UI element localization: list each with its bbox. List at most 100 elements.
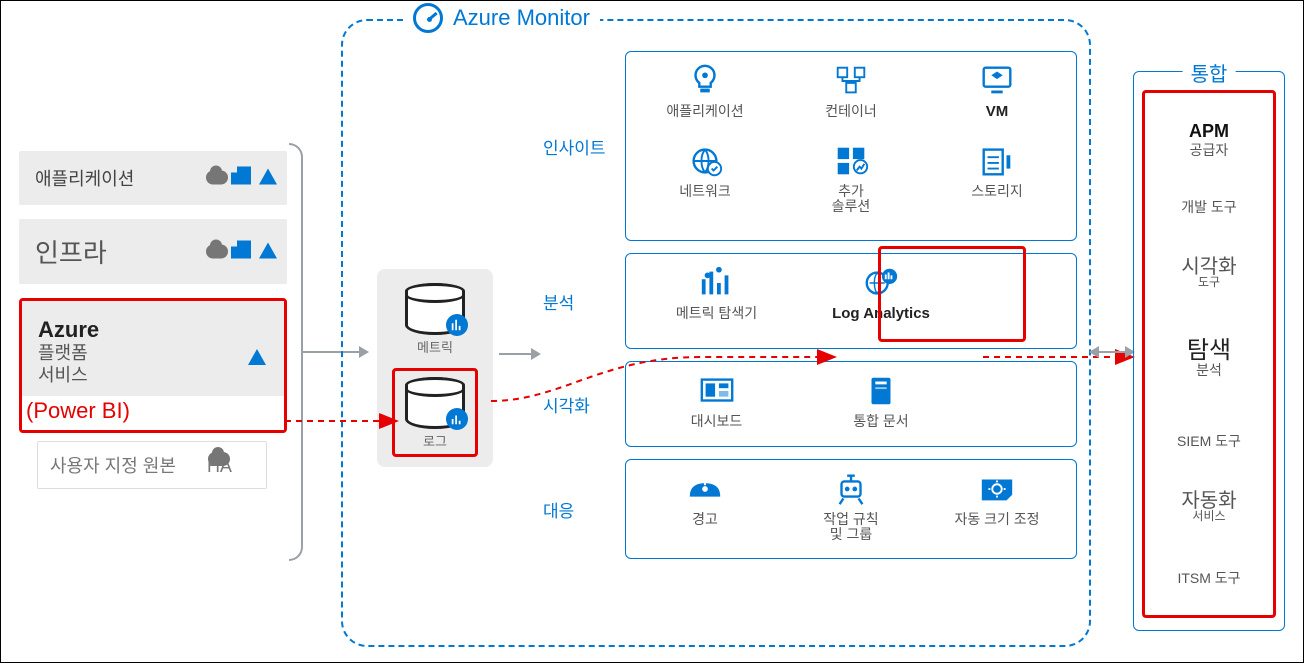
integ-dev: 개발 도구 (1181, 199, 1236, 215)
azure-sub1: 플랫폼 (38, 343, 268, 365)
squares-icon (831, 142, 871, 180)
metric-badge-icon (446, 314, 468, 336)
source-application: 애플리케이션 (19, 151, 287, 205)
source-infra-label: 인프라 (35, 238, 107, 268)
workbook-icon (861, 372, 901, 410)
sources-column: 애플리케이션 인프라 Azure 플랫폼 서비스 (Power BI) 사용자 … (19, 151, 287, 489)
source-infra-icons (206, 240, 277, 263)
section-row-respond: 대응 경고 작업 규칙 및 그룹 자동 크기 조정 (543, 459, 1077, 559)
tile-metric-explorer: 메트릭 탐색기 (637, 264, 797, 340)
building-icon (237, 167, 251, 185)
integ-apm-sub: 공급자 (1190, 142, 1229, 158)
tile-action-groups: 작업 규칙 및 그룹 (786, 470, 916, 550)
azure-triangle-icon (259, 169, 277, 185)
azure-monitor-legend: Azure Monitor (403, 3, 600, 33)
metric-store: 메트릭 (405, 283, 465, 356)
azure-monitor-title: Azure Monitor (453, 5, 590, 31)
autoscale-icon (977, 470, 1017, 508)
tile-storage-label: 스토리지 (932, 184, 1062, 199)
bar-chart-icon (697, 264, 737, 302)
dashboard-icon (697, 372, 737, 410)
section-box-insights: 애플리케이션 컨테이너 VM 네트워크 추가 솔루션 (625, 51, 1077, 241)
azure-sub2: 서비스 (38, 365, 268, 387)
source-custom: 사용자 지정 원본 HA (37, 441, 267, 489)
log-store: 로그 (405, 377, 465, 450)
tile-application-label: 애플리케이션 (640, 104, 770, 119)
section-row-analyze: 분석 메트릭 탐색기 Log Analytics (543, 253, 1077, 349)
azure-monitor-container: Azure Monitor 메트릭 로그 (341, 19, 1091, 647)
log-store-highlight: 로그 (392, 368, 478, 457)
section-row-insights: 인사이트 애플리케이션 컨테이너 VM 네트워크 (543, 51, 1077, 241)
section-row-visualize: 시각화 대시보드 통합 문서 (543, 361, 1077, 447)
tile-alert: 경고 (640, 470, 770, 550)
tile-dashboard-label: 대시보드 (637, 414, 797, 429)
tile-vm: VM (932, 62, 1062, 138)
vm-icon (977, 62, 1017, 100)
cloud-icon (206, 244, 228, 258)
tile-container: 컨테이너 (786, 62, 916, 138)
tile-action-label: 작업 규칙 및 그룹 (786, 512, 916, 543)
database-icon (405, 377, 465, 429)
gauge-icon (413, 3, 443, 33)
integ-viz-sub: 도구 (1198, 275, 1220, 289)
arrow-stores-to-sections (499, 353, 539, 355)
alert-icon (685, 470, 725, 508)
tile-network-label: 네트워크 (640, 184, 770, 199)
tile-workbook: 통합 문서 (801, 372, 961, 438)
azure-title: Azure (38, 317, 268, 343)
section-label-visualize: 시각화 (543, 361, 613, 447)
source-azure-highlight: Azure 플랫폼 서비스 (Power BI) (19, 298, 287, 433)
tile-more-solutions: 추가 솔루션 (786, 142, 916, 232)
robot-icon (831, 470, 871, 508)
log-analytics-highlight (878, 246, 1026, 342)
integ-apm-top: APM (1189, 121, 1229, 142)
tile-metric-explorer-label: 메트릭 탐색기 (637, 306, 797, 321)
integ-siem: SIEM 도구 (1177, 433, 1241, 449)
tile-network: 네트워크 (640, 142, 770, 232)
tile-dashboard: 대시보드 (637, 372, 797, 438)
integration-title: 통합 (1183, 58, 1236, 87)
source-azure: Azure 플랫폼 서비스 (22, 301, 284, 396)
cloud-icon (206, 171, 228, 185)
data-stores: 메트릭 로그 (377, 269, 493, 467)
tile-vm-label: VM (932, 104, 1062, 121)
integ-apm: APM 공급자 (1189, 121, 1229, 158)
tile-autoscale: 자동 크기 조정 (932, 470, 1062, 550)
metric-store-label: 메트릭 (405, 337, 465, 356)
database-icon (405, 283, 465, 335)
tile-container-label: 컨테이너 (786, 104, 916, 119)
integ-auto: 자동화 서비스 (1181, 490, 1236, 530)
network-icon (685, 142, 725, 180)
building-icon (237, 240, 251, 258)
sources-bracket (289, 143, 303, 561)
integ-itsm: ITSM 도구 (1177, 570, 1240, 586)
storage-icon (977, 142, 1017, 180)
source-app-icons (206, 167, 277, 190)
integ-analyze-top: 탐색 (1187, 337, 1231, 364)
section-box-visualize: 대시보드 통합 문서 (625, 361, 1077, 447)
tile-workbook-label: 통합 문서 (801, 414, 961, 429)
sections-column: 인사이트 애플리케이션 컨테이너 VM 네트워크 (543, 51, 1077, 641)
section-box-respond: 경고 작업 규칙 및 그룹 자동 크기 조정 (625, 459, 1077, 559)
lightbulb-icon (685, 62, 725, 100)
source-app-label: 애플리케이션 (35, 169, 134, 189)
azure-triangle-icon (259, 242, 277, 258)
source-infra: 인프라 (19, 219, 287, 284)
section-label-analyze: 분석 (543, 253, 613, 349)
custom-label: 사용자 지정 원본 (50, 456, 176, 476)
azure-logo-icon (244, 349, 266, 370)
tile-more-label: 추가 솔루션 (786, 184, 916, 215)
tile-application: 애플리케이션 (640, 62, 770, 138)
tile-storage: 스토리지 (932, 142, 1062, 232)
container-icon (831, 62, 871, 100)
integ-viz: 시각화 도구 (1181, 256, 1236, 296)
section-label-respond: 대응 (543, 459, 613, 559)
integ-analyze-sub: 분석 (1196, 362, 1222, 378)
section-label-insights: 인사이트 (543, 51, 613, 241)
integration-highlight: APM 공급자 개발 도구 시각화 도구 탐색 분석 SIEM 도구 자동화 서… (1142, 90, 1276, 618)
section-box-analyze: 메트릭 탐색기 Log Analytics (625, 253, 1077, 349)
log-store-label: 로그 (405, 431, 465, 450)
powerbi-label: (Power BI) (22, 396, 284, 430)
integ-analyze: 탐색 분석 (1187, 337, 1231, 392)
integ-auto-sub: 서비스 (1192, 509, 1225, 523)
